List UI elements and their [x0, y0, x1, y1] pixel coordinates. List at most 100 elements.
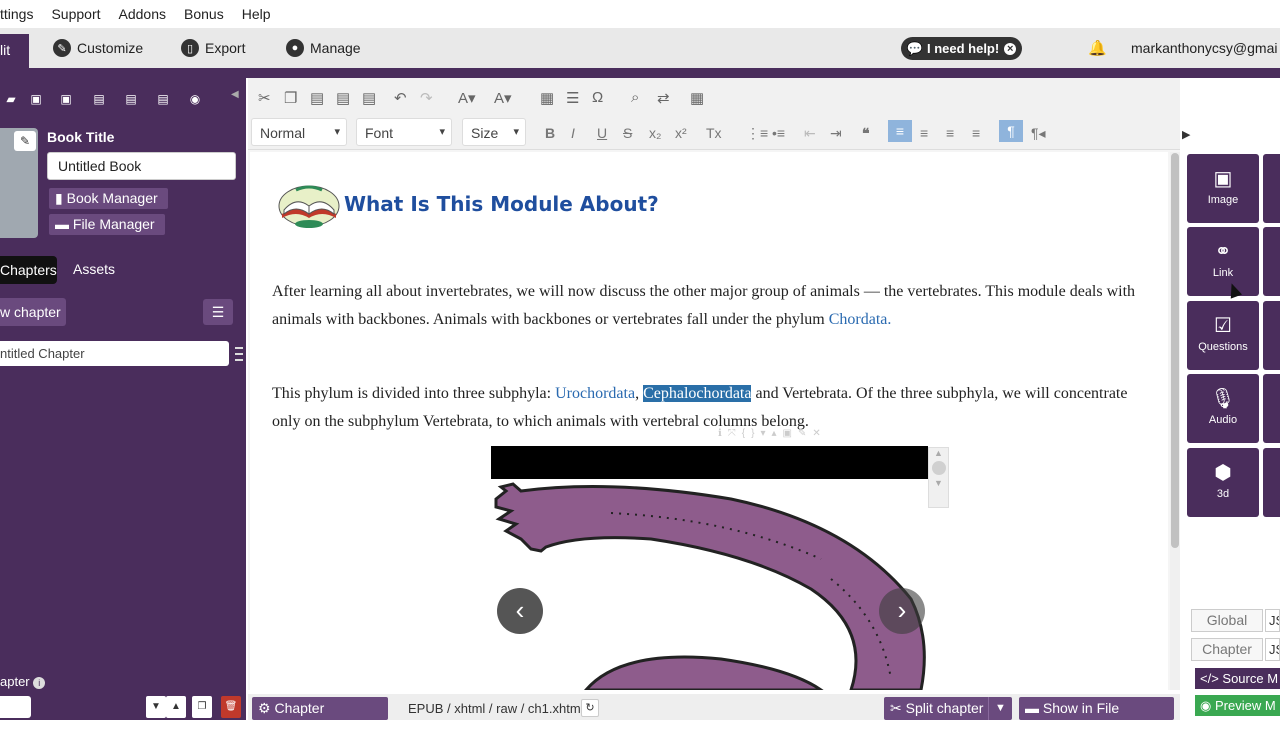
chapter-properties-button[interactable]: ⚙ Chapter properties	[252, 697, 388, 739]
collapse-panel-icon[interactable]: ▶	[1182, 128, 1190, 141]
pdf-icon[interactable]: ▤	[88, 92, 110, 110]
image-side-controls[interactable]: ▲ ▼	[928, 447, 949, 508]
move-down-icon[interactable]: ▼	[146, 696, 166, 718]
numbered-list-icon[interactable]: ⋮≡	[746, 125, 768, 142]
image-toolbar[interactable]: ℹ⤧{}▾▴▣✎✕	[718, 428, 928, 446]
bullet-list-icon[interactable]: •≡	[772, 125, 785, 141]
special-char-icon[interactable]: Ω	[592, 89, 603, 106]
bold-icon[interactable]: B	[545, 125, 555, 141]
subscript-icon[interactable]: x₂	[649, 125, 661, 141]
widget-audio[interactable]: 🎙 Audio	[1187, 374, 1259, 443]
bell-icon[interactable]: 🔔	[1088, 39, 1107, 57]
ltr-icon[interactable]: ¶	[999, 120, 1023, 142]
horizontal-line-icon[interactable]: ☰	[566, 89, 579, 107]
widget-questions[interactable]: ☑ Questions	[1187, 301, 1259, 370]
rtl-icon[interactable]: ¶◂	[1031, 125, 1046, 142]
save-icon[interactable]: ▣	[25, 92, 47, 110]
carousel-next-button[interactable]: ›	[879, 588, 925, 634]
duplicate-icon[interactable]: ❐	[192, 696, 212, 718]
paragraph-2[interactable]: This phylum is divided into three subphy…	[272, 380, 1152, 436]
menu-bonus[interactable]: Bonus	[184, 6, 224, 22]
widget-partial[interactable]	[1263, 301, 1280, 370]
show-in-file-manager-button[interactable]: ▬ Show in File Manager	[1019, 697, 1174, 739]
chapter-select[interactable]	[0, 696, 31, 718]
refresh-icon[interactable]: ↻	[581, 699, 599, 717]
widget-image[interactable]: ▣ Image	[1187, 154, 1259, 223]
word-icon[interactable]: ▤	[152, 92, 174, 110]
trash-icon[interactable]: 🗑	[221, 696, 241, 718]
show-blocks-icon[interactable]: ▦	[690, 89, 704, 107]
collapse-sidebar-icon[interactable]: ◀	[231, 89, 239, 100]
info-icon[interactable]: i	[33, 677, 46, 689]
find-icon[interactable]: ⌕	[631, 89, 639, 106]
new-chapter-button[interactable]: w chapter	[0, 298, 66, 326]
format-select[interactable]: Normal	[251, 118, 347, 146]
urochordata-link[interactable]: Urochordata	[555, 385, 635, 402]
paste-word-icon[interactable]: ▤	[362, 89, 376, 107]
italic-icon[interactable]: I	[571, 125, 575, 141]
chapter-name-input[interactable]: ntitled Chapter	[0, 341, 229, 366]
align-center-icon[interactable]: ≡	[920, 125, 928, 141]
underline-icon[interactable]: U	[597, 125, 607, 141]
widget-partial[interactable]	[1263, 227, 1280, 296]
menu-icon[interactable]: ☰	[203, 299, 233, 325]
paste-icon[interactable]: ▤	[310, 89, 324, 107]
chevron-down-icon[interactable]: ▼	[988, 697, 1012, 720]
size-select[interactable]: Size	[462, 118, 526, 146]
file-icon[interactable]: ▤	[120, 92, 142, 110]
down-arrow-icon[interactable]: ▼	[929, 478, 948, 488]
global-js-button[interactable]: JS	[1265, 609, 1280, 632]
save-as-icon[interactable]: ▣	[55, 92, 77, 110]
edit-cover-icon[interactable]: ✎	[14, 131, 36, 151]
widget-partial[interactable]	[1263, 374, 1280, 443]
tab-customize[interactable]: ✎ Customize	[53, 28, 143, 68]
source-mode-button[interactable]: </> Source M	[1195, 668, 1280, 689]
widget-partial[interactable]	[1263, 154, 1280, 223]
carousel-prev-button[interactable]: ‹	[497, 588, 543, 634]
bg-color-icon[interactable]: A▾	[494, 89, 512, 107]
chapter-js-button[interactable]: JS	[1265, 638, 1280, 661]
superscript-icon[interactable]: x²	[675, 125, 687, 141]
tab-manage[interactable]: ● Manage	[286, 28, 361, 68]
cut-icon[interactable]: ✂	[258, 89, 271, 107]
preview-mode-button[interactable]: ◉ Preview M	[1195, 695, 1280, 716]
strike-icon[interactable]: S	[623, 125, 632, 141]
tab-edit[interactable]: lit	[0, 34, 29, 68]
copy-icon[interactable]: ❐	[284, 89, 297, 107]
chordata-link[interactable]: Chordata.	[829, 311, 892, 328]
justify-icon[interactable]: ≡	[972, 125, 980, 141]
book-manager-button[interactable]: ▮ Book Manager	[49, 188, 168, 209]
close-icon[interactable]: ×	[1004, 42, 1017, 55]
globe-icon[interactable]: ◉	[184, 92, 206, 110]
menu-settings[interactable]: ttings	[0, 6, 33, 22]
help-button[interactable]: 💬 I need help! ×	[901, 37, 1022, 60]
tab-export[interactable]: ▯ Export	[181, 28, 245, 68]
up-arrow-icon[interactable]: ▲	[929, 448, 948, 458]
user-email[interactable]: markanthonycsy@gmai	[1131, 40, 1278, 56]
redo-icon[interactable]: ↷	[420, 89, 433, 107]
replace-icon[interactable]: ⇄	[657, 89, 670, 107]
outdent-icon[interactable]: ⇤	[804, 125, 816, 142]
paragraph-1[interactable]: After learning all about invertebrates, …	[272, 278, 1152, 334]
indent-icon[interactable]: ⇥	[830, 125, 842, 142]
paste-text-icon[interactable]: ▤	[336, 89, 350, 107]
undo-icon[interactable]: ↶	[394, 89, 407, 107]
widget-link[interactable]: ⚭ Link	[1187, 227, 1259, 296]
tab-chapters[interactable]: Chapters	[0, 256, 57, 284]
cephalochordata-link[interactable]: Cephalochordata	[643, 385, 752, 402]
scrollbar-thumb[interactable]	[1171, 153, 1179, 548]
remove-format-icon[interactable]: Tx	[706, 125, 722, 141]
vertebrate-image[interactable]	[491, 479, 931, 690]
text-color-icon[interactable]: A▾	[458, 89, 476, 107]
open-icon[interactable]: ▰	[0, 92, 22, 110]
drag-handle-icon[interactable]	[235, 347, 243, 361]
menu-help[interactable]: Help	[242, 6, 271, 22]
menu-addons[interactable]: Addons	[119, 6, 166, 22]
menu-support[interactable]: Support	[51, 6, 100, 22]
table-icon[interactable]: ▦	[540, 89, 554, 107]
color-wheel-icon[interactable]	[931, 461, 946, 475]
widget-partial[interactable]	[1263, 448, 1280, 517]
move-up-icon[interactable]: ▲	[166, 696, 186, 718]
tab-assets[interactable]: Assets	[73, 261, 115, 277]
align-left-icon[interactable]: ≡	[888, 120, 912, 142]
